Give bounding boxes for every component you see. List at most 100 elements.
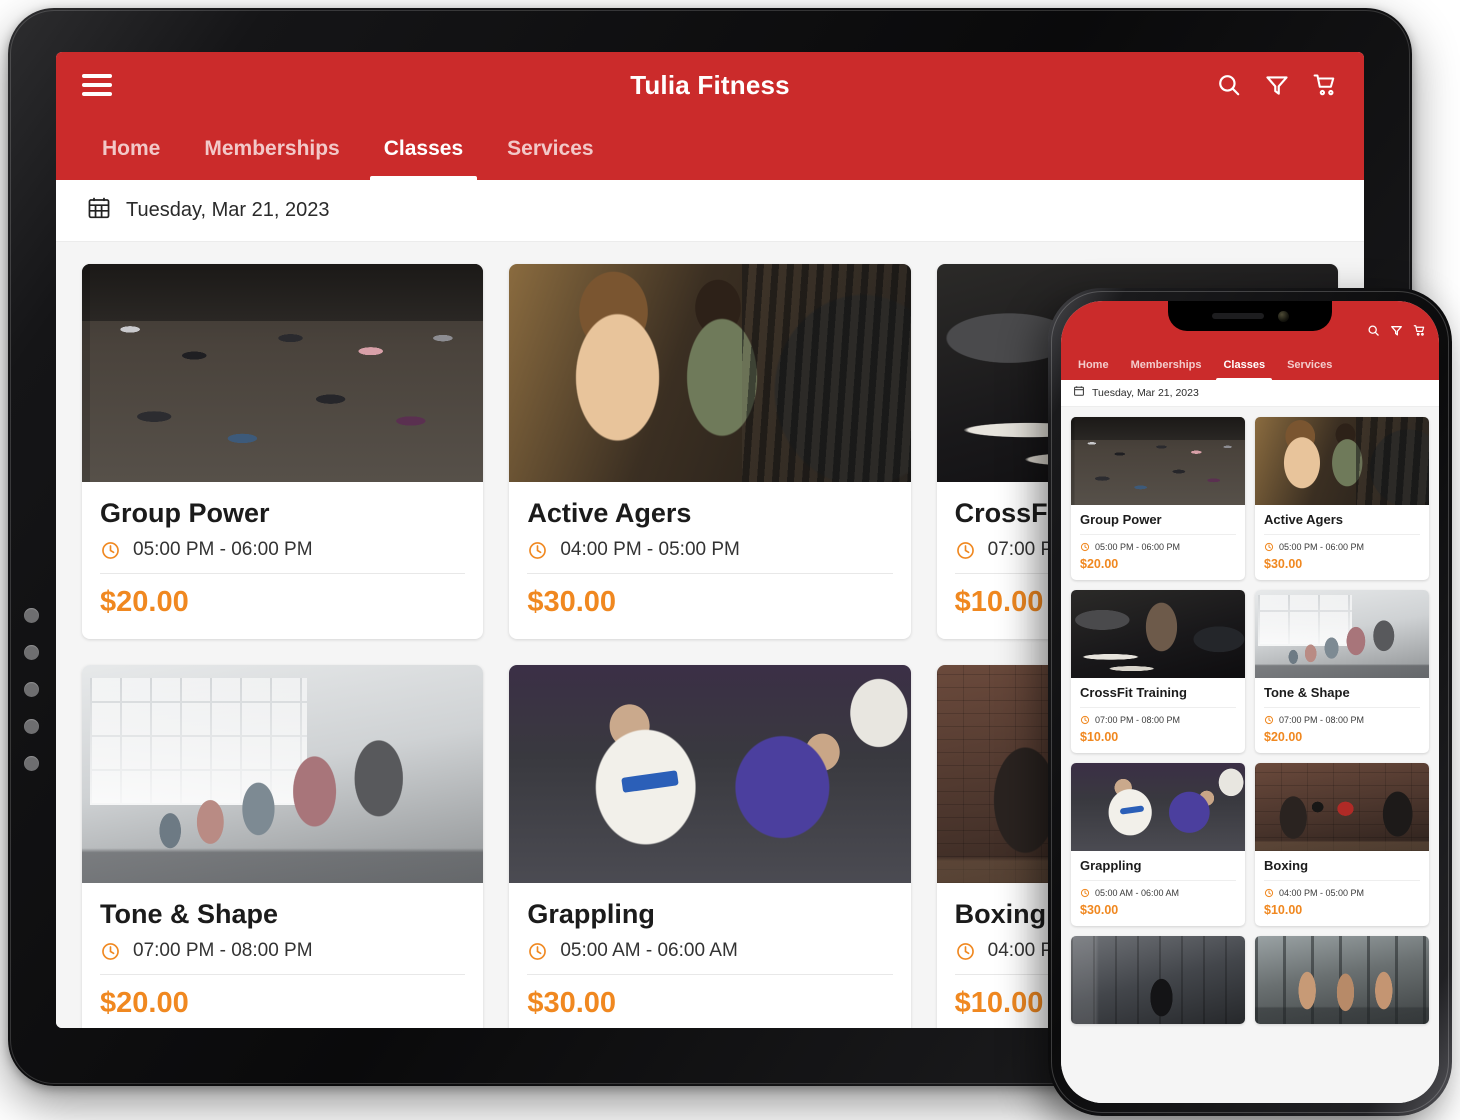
phone-class-card-grid: Group Power 05:00 PM - 06:00 PM $20.00 A…	[1071, 417, 1429, 1024]
class-card[interactable]: Group Power 05:00 PM - 06:00 PM $20.00	[1071, 417, 1245, 580]
phone-tab-memberships[interactable]: Memberships	[1120, 349, 1213, 380]
tablet-side-button[interactable]	[24, 719, 39, 734]
cart-icon[interactable]	[1312, 72, 1338, 98]
class-time: 05:00 AM - 06:00 AM	[1095, 888, 1180, 898]
class-price: $20.00	[100, 974, 466, 1020]
clock-icon	[1264, 888, 1274, 898]
tablet-side-button[interactable]	[24, 645, 39, 660]
class-price: $30.00	[527, 974, 893, 1020]
class-card[interactable]: Tone & Shape 07:00 PM - 08:00 PM $20.00	[82, 665, 484, 1028]
phone-tab-classes[interactable]: Classes	[1212, 349, 1276, 380]
class-time: 05:00 PM - 06:00 PM	[1279, 542, 1365, 552]
class-title: Tone & Shape	[1264, 685, 1420, 708]
class-time-row: 07:00 PM - 08:00 PM	[1264, 715, 1420, 725]
phone-device-mockup: Tulia Fitness	[1048, 288, 1452, 1116]
class-price: $30.00	[1264, 557, 1303, 571]
phone-classes-content: Group Power 05:00 PM - 06:00 PM $20.00 A…	[1061, 407, 1439, 1103]
search-icon[interactable]	[1216, 72, 1242, 98]
tab-classes[interactable]: Classes	[362, 118, 485, 180]
tab-services[interactable]: Services	[485, 118, 615, 180]
phone-date-bar[interactable]: Tuesday, Mar 21, 2023	[1061, 380, 1439, 407]
clock-icon	[1080, 888, 1090, 898]
tablet-side-button[interactable]	[24, 682, 39, 697]
class-photo	[509, 264, 911, 482]
class-card[interactable]: Tone & Shape 07:00 PM - 08:00 PM $20.00	[1255, 590, 1429, 753]
class-photo	[1255, 763, 1429, 851]
clock-icon	[529, 541, 547, 559]
class-card[interactable]: Group Power 05:00 PM - 06:00 PM $20.00	[82, 264, 484, 639]
cart-icon[interactable]	[1413, 324, 1426, 342]
class-photo	[1071, 417, 1245, 505]
class-price: $20.00	[100, 573, 466, 619]
selected-date: Tuesday, Mar 21, 2023	[126, 199, 330, 221]
class-price: $20.00	[1264, 730, 1303, 744]
class-card[interactable]: CrossFit Training 07:00 PM - 08:00 PM $1…	[1071, 590, 1245, 753]
calendar-icon	[86, 195, 112, 226]
class-photo	[1255, 936, 1429, 1024]
class-time: 07:00 PM - 08:00 PM	[133, 940, 313, 961]
class-time-row: 05:00 PM - 06:00 PM	[1264, 542, 1420, 552]
class-card[interactable]	[1071, 936, 1245, 1024]
earpiece-speaker-icon	[1211, 313, 1264, 319]
clock-icon	[102, 942, 119, 960]
class-photo	[1071, 590, 1245, 678]
phone-tab-services[interactable]: Services	[1276, 349, 1343, 380]
class-price: $30.00	[1080, 903, 1119, 917]
clock-icon	[956, 541, 974, 559]
clock-icon	[1080, 715, 1090, 725]
class-title: Grappling	[527, 899, 655, 929]
class-price: $10.00	[1264, 903, 1303, 917]
clock-icon	[1264, 715, 1274, 725]
class-photo	[82, 264, 484, 482]
tablet-side-buttons[interactable]	[24, 608, 46, 793]
class-title: Active Agers	[527, 498, 692, 528]
tab-memberships[interactable]: Memberships	[182, 118, 361, 180]
clock-icon	[1264, 542, 1274, 552]
calendar-icon	[1073, 384, 1085, 402]
class-time: 05:00 PM - 06:00 PM	[133, 539, 313, 560]
date-bar[interactable]: Tuesday, Mar 21, 2023	[56, 180, 1364, 242]
app-bar-actions	[1216, 72, 1338, 98]
app-bar: Tulia Fitness	[56, 52, 1364, 118]
nav-tabs: Home Memberships Classes Services	[56, 118, 1364, 180]
search-icon[interactable]	[1367, 324, 1380, 342]
phone-notch	[1168, 301, 1332, 331]
class-price: $30.00	[527, 573, 893, 619]
hamburger-menu-icon[interactable]	[82, 69, 112, 102]
class-photo	[1071, 763, 1245, 851]
class-time-row: 07:00 PM - 08:00 PM	[1080, 715, 1236, 725]
class-time-row: 05:00 AM - 06:00 AM	[1080, 888, 1236, 898]
class-time: 04:00 PM - 05:00 PM	[560, 539, 740, 560]
phone-selected-date: Tuesday, Mar 21, 2023	[1092, 387, 1199, 399]
tablet-side-button[interactable]	[24, 756, 39, 771]
phone-nav-tabs: Home Memberships Classes Services	[1061, 349, 1439, 380]
class-time: 07:00 PM - 08:00 PM	[1095, 715, 1181, 725]
class-card[interactable]: Grappling 05:00 AM - 06:00 AM $30.00	[1071, 763, 1245, 926]
class-title: Tone & Shape	[100, 899, 279, 929]
class-card[interactable]: Grappling 05:00 AM - 06:00 AM $30.00	[509, 665, 911, 1028]
filter-icon[interactable]	[1264, 72, 1290, 98]
tab-home[interactable]: Home	[80, 118, 182, 180]
class-card[interactable]: Boxing 04:00 PM - 05:00 PM $10.00	[1255, 763, 1429, 926]
class-photo	[82, 665, 484, 883]
class-price: $10.00	[1080, 730, 1119, 744]
class-title: Grappling	[1080, 858, 1236, 881]
class-title: Group Power	[1080, 512, 1236, 535]
tablet-side-button[interactable]	[24, 608, 39, 623]
clock-icon	[956, 942, 974, 960]
class-title: Boxing	[1264, 858, 1420, 881]
class-photo	[1071, 936, 1245, 1024]
class-price: $20.00	[1080, 557, 1119, 571]
class-time: 04:00 PM - 05:00 PM	[1279, 888, 1365, 898]
class-card[interactable]	[1255, 936, 1429, 1024]
clock-icon	[529, 942, 547, 960]
class-title: Active Agers	[1264, 512, 1420, 535]
class-card[interactable]: Active Agers 05:00 PM - 06:00 PM $30.00	[1255, 417, 1429, 580]
class-card[interactable]: Active Agers 04:00 PM - 05:00 PM $30.00	[509, 264, 911, 639]
class-time-row: 04:00 PM - 05:00 PM	[1264, 888, 1420, 898]
class-photo	[1255, 590, 1429, 678]
phone-screen: Tulia Fitness	[1061, 301, 1439, 1103]
phone-tab-home[interactable]: Home	[1067, 349, 1120, 380]
filter-icon[interactable]	[1390, 324, 1403, 342]
class-time-row: 05:00 PM - 06:00 PM	[1080, 542, 1236, 552]
